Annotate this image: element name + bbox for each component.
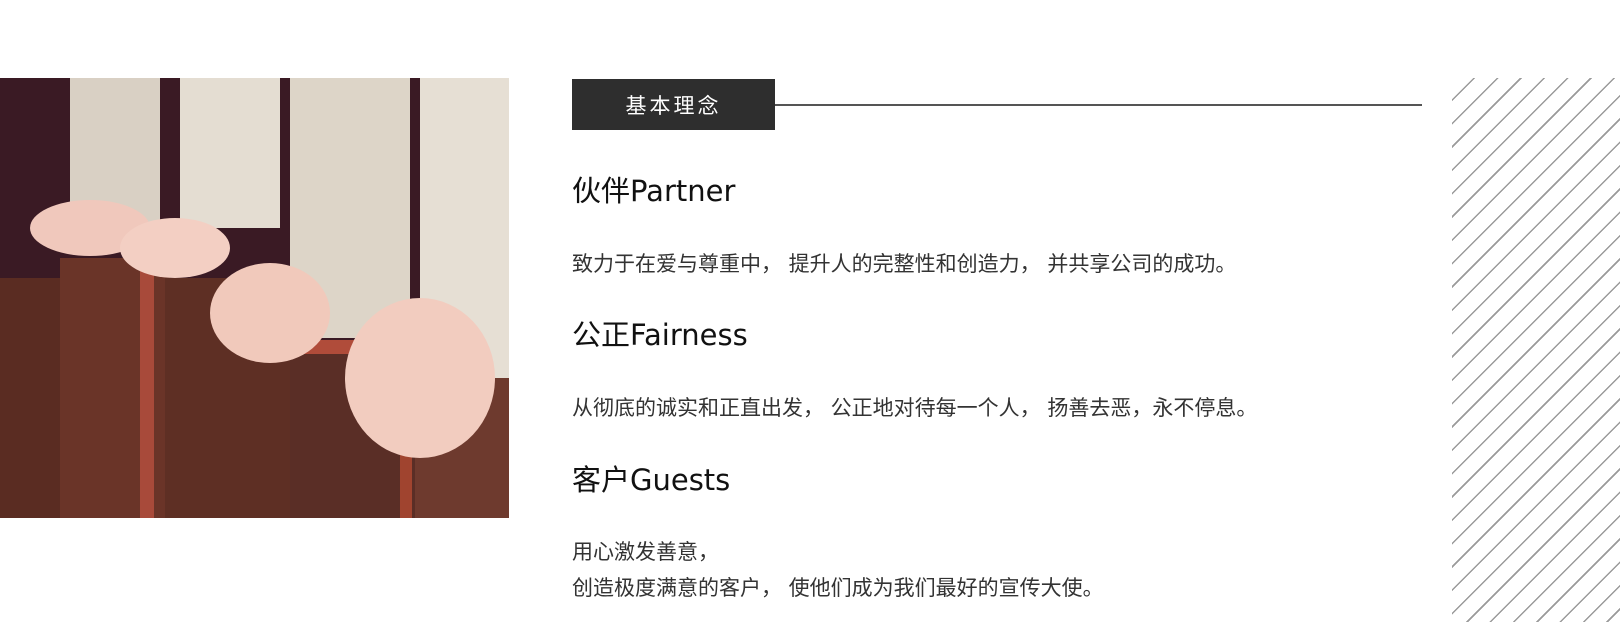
value-text-fairness: 从彻底的诚实和正直出发， 公正地对待每一个人， 扬善去恶，永不停息。 — [572, 390, 1257, 426]
decorative-stripes — [1452, 78, 1620, 622]
value-title-fairness: 公正Fairness — [572, 318, 748, 352]
value-title-partner: 伙伴Partner — [572, 174, 736, 208]
section-rule — [775, 104, 1422, 106]
value-title-guests: 客户Guests — [572, 463, 731, 497]
value-text-line: 用心激发善意， — [572, 540, 719, 564]
section-tag-label: 基本理念 — [625, 93, 722, 118]
value-text-line: 创造极度满意的客户， 使他们成为我们最好的宣传大使。 — [572, 576, 1104, 600]
value-text-line: 致力于在爱与尊重中， 提升人的完整性和创造力， 并共享公司的成功。 — [572, 252, 1237, 276]
value-text-guests: 用心激发善意， 创造极度满意的客户， 使他们成为我们最好的宣传大使。 — [572, 534, 1104, 606]
value-text-partner: 致力于在爱与尊重中， 提升人的完整性和创造力， 并共享公司的成功。 — [572, 246, 1236, 282]
page: 基本理念 伙伴Partner 致力于在爱与尊重中， 提升人的完整性和创造力， 并… — [0, 0, 1620, 622]
staff-photo — [0, 78, 509, 518]
value-text-line: 从彻底的诚实和正直出发， 公正地对待每一个人， 扬善去恶，永不停息。 — [572, 396, 1258, 420]
section-tag: 基本理念 — [572, 79, 775, 130]
